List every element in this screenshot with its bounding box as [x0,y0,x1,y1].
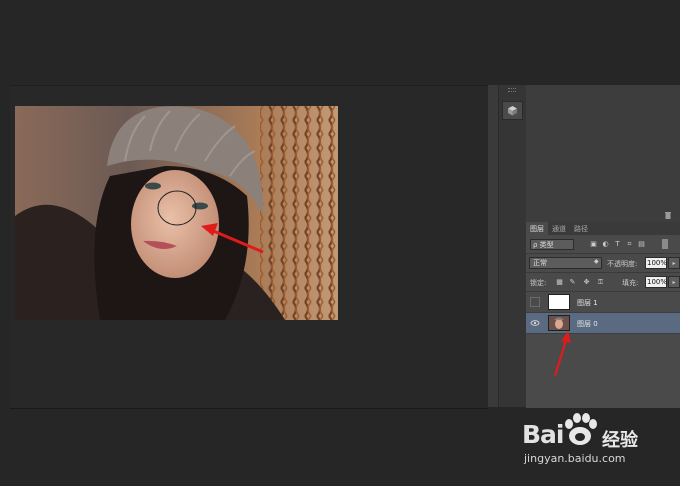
3d-panel-button[interactable] [502,101,523,120]
trash-icon[interactable] [664,211,674,220]
fill-dropdown-button[interactable]: ▸ [668,276,680,288]
tab-paths[interactable]: 路径 [570,222,592,235]
opacity-label: 不透明度: [607,260,638,268]
panel-dock-divider[interactable] [488,85,498,407]
collapsed-panel-strip [498,85,526,407]
baidu-paw-logo-icon [565,413,597,445]
tab-channels[interactable]: 通道 [548,222,570,235]
tab-layers[interactable]: 图层 [526,222,548,235]
annotation-arrow-icon [553,331,571,377]
opacity-dropdown-button[interactable]: ▸ [668,257,680,269]
lock-all-icon[interactable]: ⚿ [596,278,605,287]
lock-paint-icon[interactable]: ✎ [568,278,577,287]
fill-input[interactable]: 100% [645,276,667,288]
layer-name[interactable]: 图层 0 [577,319,598,329]
drag-grip-icon[interactable] [508,88,516,92]
layer-filter-select[interactable]: ρ 类型 [530,239,574,250]
upper-panel [526,85,680,222]
filter-adjustment-icon[interactable]: ◐ [601,239,610,249]
filter-toggle-icon[interactable] [662,239,668,249]
blend-mode-select[interactable]: 正常 [529,257,602,269]
divider [526,253,680,254]
layer-name[interactable]: 图层 1 [577,298,598,308]
chevron-down-icon: ◆ [594,258,599,265]
layers-panel-tabs: 图层 通道 路径 [526,222,680,235]
watermark-url: jingyan.baidu.com [524,452,626,465]
cube-icon [508,106,517,116]
portrait-photo [15,106,338,320]
filter-text-icon[interactable]: T [613,239,622,249]
opacity-input[interactable]: 100% [645,257,667,269]
canvas-photo[interactable] [15,106,338,320]
watermark-brand-suffix: 经验 [602,430,638,451]
filter-smart-object-icon[interactable]: ▤ [637,239,646,249]
filter-shape-icon[interactable]: ⌗ [625,239,634,249]
divider [526,272,680,273]
eye-icon[interactable] [530,318,540,328]
lock-transparent-icon[interactable]: ▦ [555,278,564,287]
visibility-toggle[interactable] [530,297,540,307]
watermark-brand: Bai [522,420,564,449]
lock-move-icon[interactable]: ✥ [582,278,591,287]
lock-label: 锁定: [530,279,547,287]
fill-label: 填充: [622,279,639,287]
filter-pixel-icon[interactable]: ▣ [589,239,598,249]
layer-thumbnail [548,294,570,310]
